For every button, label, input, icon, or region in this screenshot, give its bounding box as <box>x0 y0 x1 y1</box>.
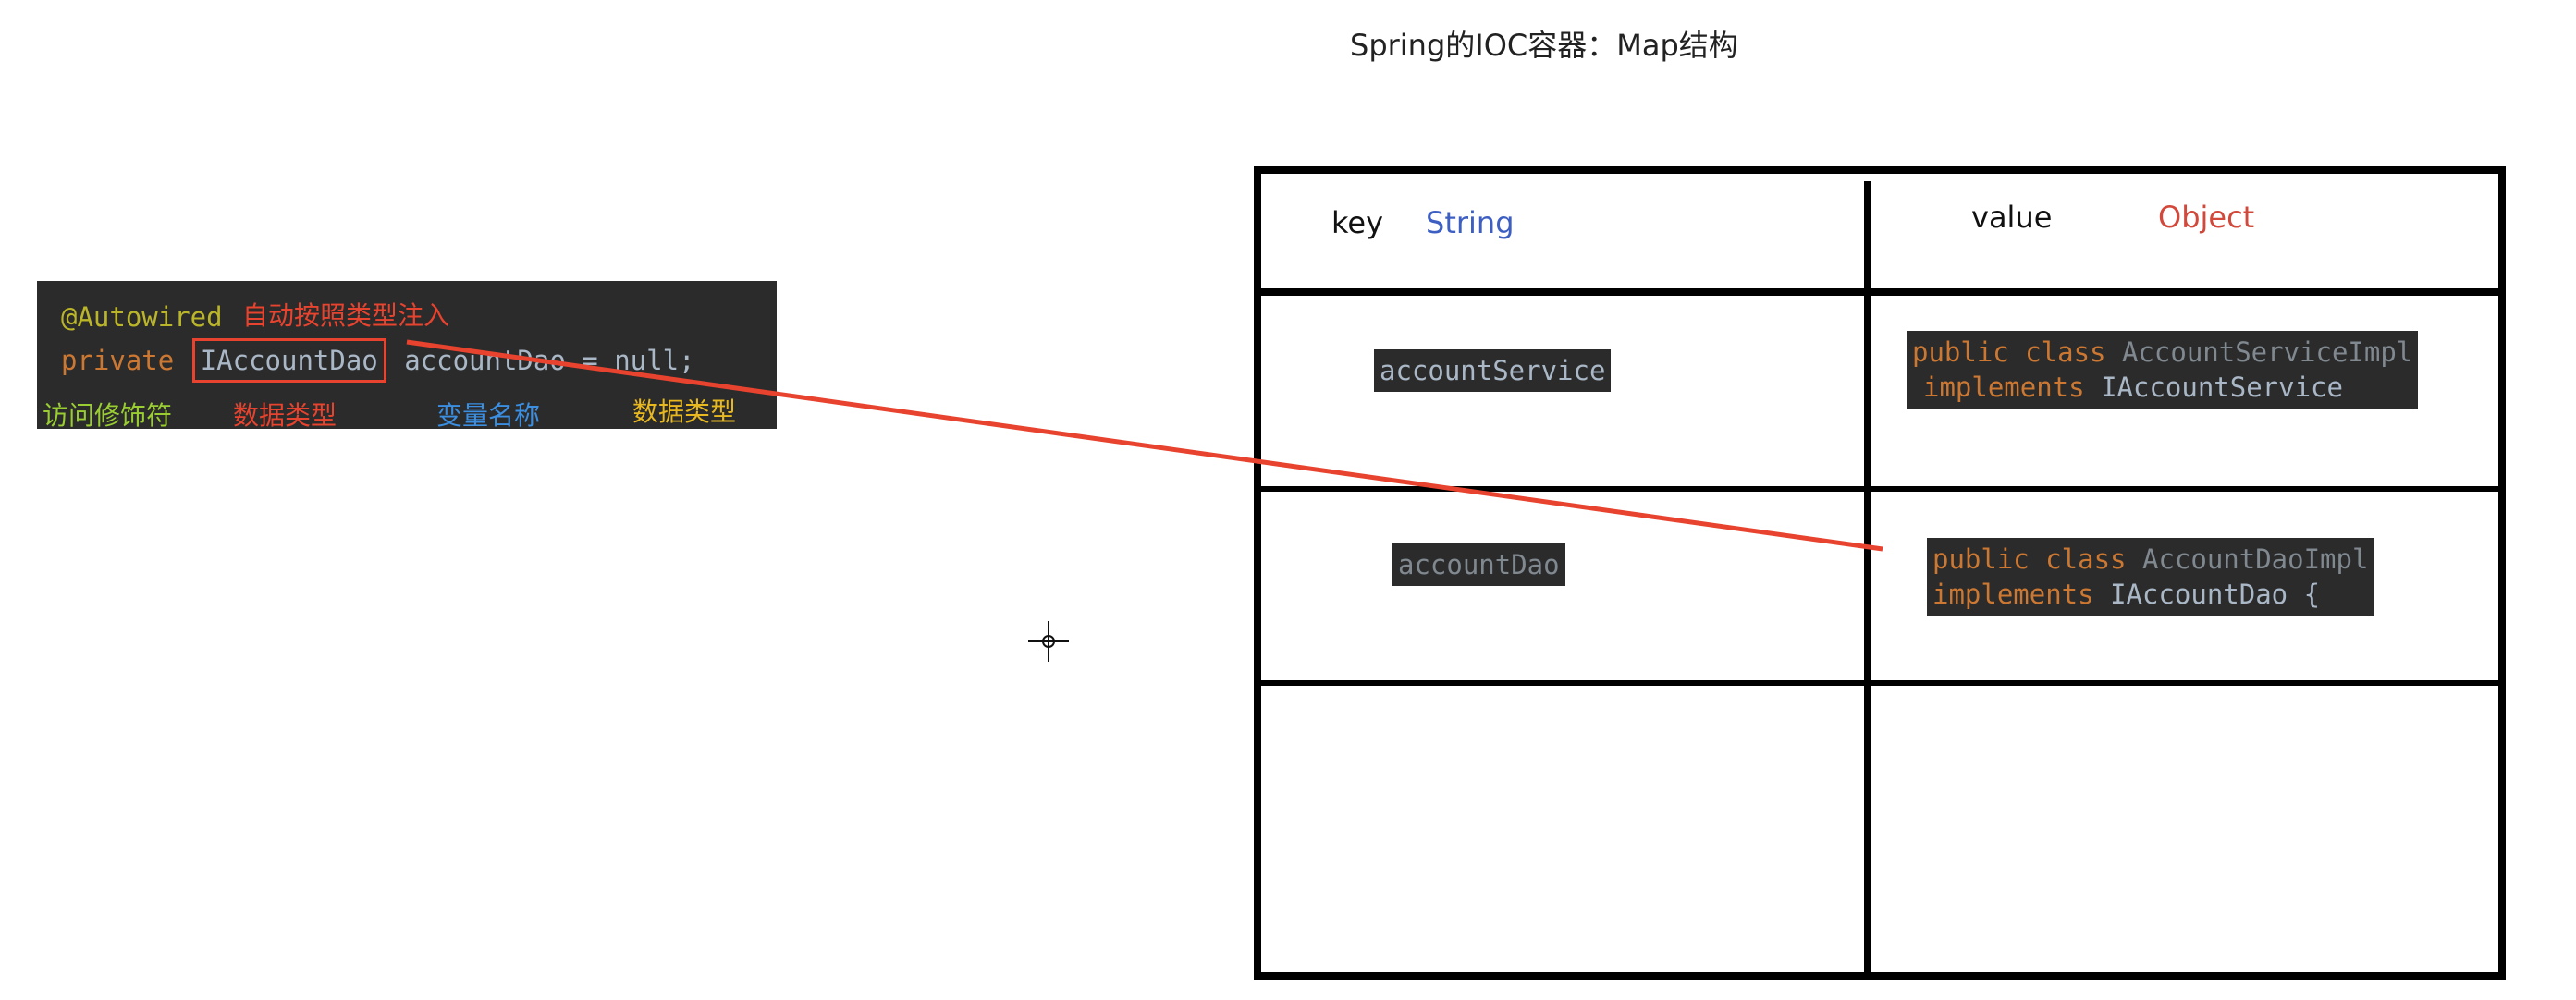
label-data-type-2: 数据类型 <box>632 396 737 427</box>
value-line-1: public class AccountDaoImpl <box>1932 542 2368 577</box>
row-value-account-service: public class AccountServiceImpl implemen… <box>1907 331 2419 409</box>
table-divider-header <box>1254 288 2506 296</box>
code-line-annotation: @Autowired <box>61 301 223 333</box>
label-data-type: 数据类型 <box>233 400 337 431</box>
page-title: Spring的IOC容器：Map结构 <box>1350 28 1738 63</box>
row-key-account-service: accountService <box>1374 349 1612 392</box>
value-interface-name: IAccountDao { <box>2110 579 2321 610</box>
value-keyword: implements <box>1923 372 2085 403</box>
value-keyword: public class <box>1932 543 2127 575</box>
value-keyword: implements <box>1932 579 2094 610</box>
field-rest: accountDao = null; <box>404 345 695 376</box>
value-line-2: implements IAccountService <box>1912 370 2412 405</box>
field-modifier: private <box>61 345 175 376</box>
field-type-highlight: IAccountDao <box>191 338 386 383</box>
table-divider-row2 <box>1254 680 2506 686</box>
value-keyword: public class <box>1912 336 2106 368</box>
value-class-name: AccountServiceImpl <box>2121 336 2413 368</box>
key-header: key <box>1331 205 1384 240</box>
row-key-account-dao: accountDao <box>1392 543 1565 586</box>
value-line-1: public class AccountServiceImpl <box>1912 335 2412 370</box>
value-line-2: implements IAccountDao { <box>1932 577 2368 612</box>
value-interface-name: IAccountService <box>2101 372 2343 403</box>
value-type-header: Object <box>2158 200 2255 235</box>
value-header: value <box>1971 200 2053 235</box>
code-snippet: @Autowired 自动按照类型注入 private IAccountDao … <box>37 281 777 431</box>
crosshair-cursor-icon <box>1028 621 1069 662</box>
code-line-field: private IAccountDao accountDao = null; <box>61 338 695 383</box>
label-variable-name: 变量名称 <box>436 400 541 431</box>
table-divider-row1 <box>1254 486 2506 492</box>
autowired-note: 自动按照类型注入 <box>242 300 450 331</box>
key-value-text: accountDao <box>1398 549 1560 580</box>
value-class-name: AccountDaoImpl <box>2141 543 2369 575</box>
autowired-annotation: @Autowired <box>61 301 223 333</box>
table-column-divider <box>1864 181 1871 976</box>
key-value-text: accountService <box>1380 355 1606 386</box>
label-access-modifier: 访问修饰符 <box>43 400 173 431</box>
key-type-header: String <box>1426 205 1515 240</box>
row-value-account-dao: public class AccountDaoImpl implements I… <box>1927 538 2374 616</box>
